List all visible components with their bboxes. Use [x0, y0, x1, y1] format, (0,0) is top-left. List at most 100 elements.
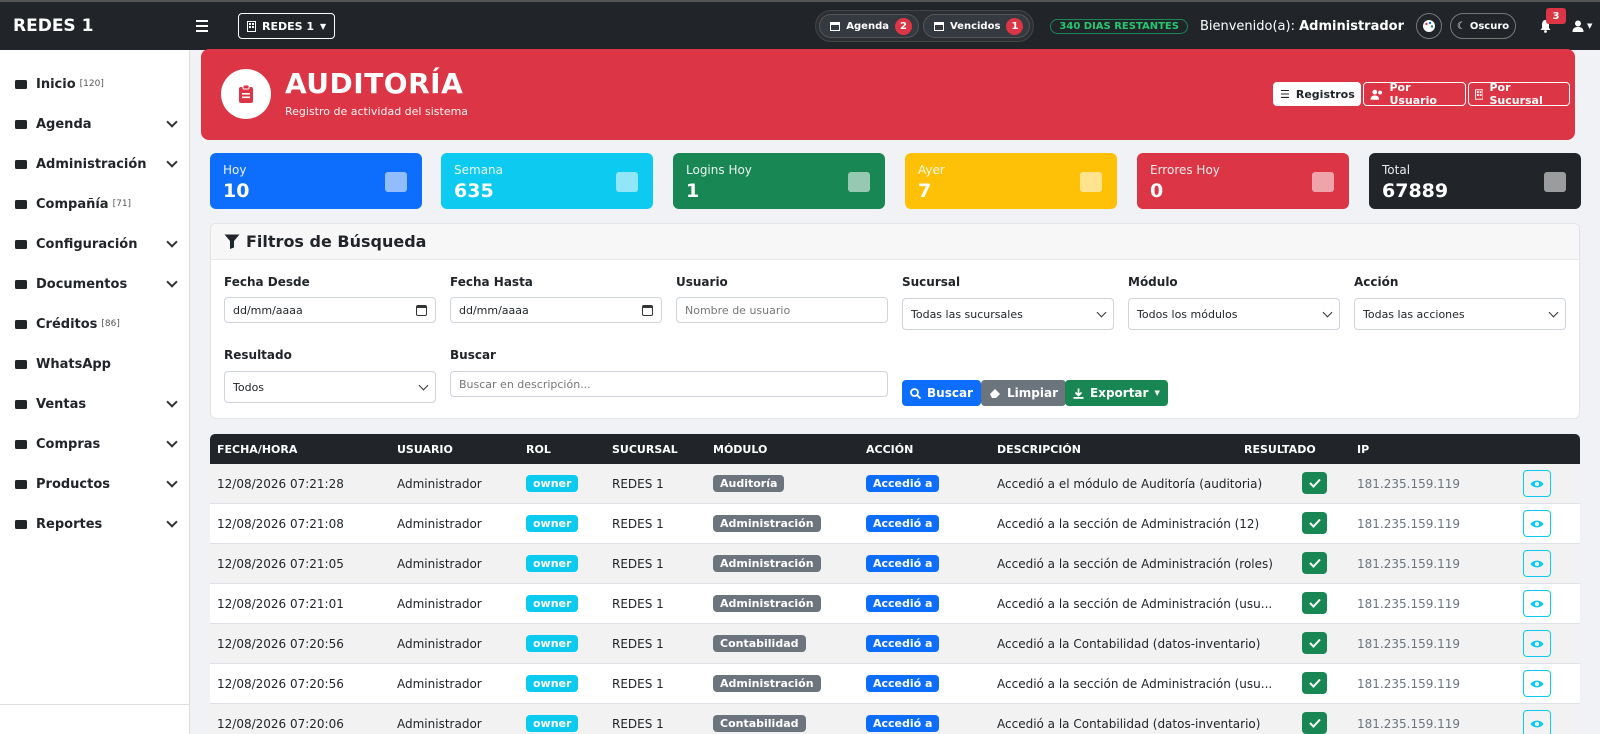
sidebar-item-12[interactable]: Reportes [12, 512, 180, 536]
table-row: 12/08/2026 07:20:56 Administrador owner RED… [210, 624, 1580, 664]
cell-descripcion: Accedió a el módulo de Auditoría (audito… [997, 477, 1263, 491]
clear-button-label: Limpiar [1007, 386, 1058, 400]
cell-ip: 181.235.159.119 [1357, 517, 1461, 531]
sidebar-item-label: Compras [36, 436, 101, 452]
view-details-eye-icon[interactable] [1523, 550, 1551, 577]
stat-card: Hoy 10 [210, 153, 422, 209]
calendar-icon[interactable] [642, 304, 653, 316]
palette-button[interactable] [1416, 13, 1442, 39]
theme-label: Oscuro [1469, 20, 1510, 32]
sidebar-item-10[interactable]: Compras [12, 432, 180, 456]
brand-logo[interactable]: REDES 1 [0, 16, 190, 36]
boxes-icon [12, 477, 30, 491]
stat-card: Ayer 7 [905, 153, 1117, 209]
stat-label: Ayer [918, 163, 945, 177]
cell-descripcion: Accedió a la sección de Administración (… [997, 557, 1273, 571]
sidebar-item-7[interactable]: Créditos [86] [12, 312, 180, 336]
export-button[interactable]: Exportar ▼ [1065, 380, 1168, 406]
chevron-down-icon[interactable] [166, 116, 178, 128]
audit-table: FECHA/HORA USUARIO ROL SUCURSAL MÓDULO ACCIÓN… [210, 434, 1580, 734]
sucursal-select[interactable]: Todas las sucursales [902, 298, 1114, 330]
list-icon: ☰ [1280, 87, 1290, 101]
resultado-value: Todos [233, 380, 265, 394]
fecha-desde-input[interactable]: dd/mm/aaaa [224, 297, 436, 323]
cell-fecha: 12/08/2026 07:21:28 [217, 477, 344, 491]
top-navbar: REDES 1 REDES 1 ▼ Agenda 2 Vencidos 1 34… [0, 0, 1600, 50]
sidebar-item-6[interactable]: Documentos [12, 272, 180, 296]
tab-por-usuario-button[interactable]: Por Usuario [1363, 81, 1466, 107]
cell-sucursal: REDES 1 [612, 637, 664, 651]
view-details-eye-icon[interactable] [1523, 670, 1551, 697]
export-button-label: Exportar [1090, 386, 1149, 400]
database-icon [1541, 167, 1569, 195]
sidebar-item-1[interactable]: Inicio [120] [12, 72, 180, 96]
page-subtitle: Registro de actividad del sistema [285, 105, 469, 118]
cell-usuario: Administrador [397, 557, 482, 571]
calendar-week-icon [613, 167, 641, 195]
building-icon [12, 197, 30, 211]
sidebar-item-2[interactable]: Agenda [12, 112, 180, 136]
view-details-eye-icon[interactable] [1523, 710, 1551, 734]
agenda-pill[interactable]: Agenda 2 [819, 14, 919, 38]
branch-selector[interactable]: REDES 1 ▼ [238, 13, 336, 39]
chevron-down-icon[interactable] [166, 396, 178, 408]
theme-toggle-button[interactable]: ☾ Oscuro [1450, 13, 1516, 39]
clear-button[interactable]: Limpiar [981, 380, 1066, 406]
table-row: 12/08/2026 07:21:05 Administrador owner RED… [210, 544, 1580, 584]
sucursal-value: Todas las sucursales [911, 307, 1023, 321]
chevron-down-icon[interactable] [166, 476, 178, 488]
view-details-eye-icon[interactable] [1523, 470, 1551, 497]
fecha-hasta-input[interactable]: dd/mm/aaaa [450, 297, 662, 323]
stat-card: Logins Hoy 1 [673, 153, 885, 209]
accion-select[interactable]: Todas las acciones [1354, 298, 1566, 330]
chevron-down-icon[interactable] [166, 156, 178, 168]
tab-por-sucursal-button[interactable]: Por Sucursal [1468, 81, 1570, 107]
module-badge: Contabilidad [713, 715, 806, 732]
column-header: FECHA/HORA [217, 443, 298, 456]
chevron-down-icon[interactable] [166, 516, 178, 528]
sidebar-item-9[interactable]: Ventas [12, 392, 180, 416]
modulo-select[interactable]: Todos los módulos [1128, 298, 1340, 330]
fecha-desde-value: dd/mm/aaaa [233, 303, 303, 317]
cell-descripcion: Accedió a la sección de Administración (… [997, 677, 1273, 691]
usuario-input[interactable]: Nombre de usuario [676, 297, 888, 323]
view-details-eye-icon[interactable] [1523, 630, 1551, 657]
cell-fecha: 12/08/2026 07:20:56 [217, 677, 344, 691]
sidebar-item-8[interactable]: WhatsApp [12, 352, 180, 376]
calendar-icon[interactable] [416, 304, 427, 316]
sidebar-item-11[interactable]: Productos [12, 472, 180, 496]
sidebar-item-label: Productos [36, 476, 111, 492]
column-header: SUCURSAL [612, 443, 678, 456]
check-icon [1302, 472, 1327, 494]
vencidos-pill[interactable]: Vencidos 1 [922, 14, 1031, 38]
chevron-down-icon[interactable] [166, 436, 178, 448]
column-header: ROL [526, 443, 551, 456]
fecha-hasta-label: Fecha Hasta [450, 275, 533, 289]
check-icon [1302, 592, 1327, 614]
buscar-input[interactable]: Buscar en descripción... [450, 371, 888, 397]
sidebar-item-4[interactable]: Compañía [71] [12, 192, 180, 216]
sidebar-item-3[interactable]: Administración [12, 152, 180, 176]
accion-label: Acción [1354, 275, 1399, 289]
calendar-x-icon [933, 22, 944, 31]
search-button[interactable]: Buscar [902, 380, 981, 406]
resultado-select[interactable]: Todos [224, 371, 436, 403]
stat-label: Hoy [223, 163, 247, 177]
chevron-down-icon[interactable] [166, 236, 178, 248]
user-menu-button[interactable]: ▼ [1572, 20, 1600, 32]
cash-register-icon [12, 397, 30, 411]
download-icon [1073, 388, 1084, 399]
sidebar-item-5[interactable]: Configuración [12, 232, 180, 256]
role-badge: owner [526, 675, 579, 692]
view-details-eye-icon[interactable] [1523, 590, 1551, 617]
action-badge: Accedió a [866, 715, 940, 732]
menu-toggle-icon[interactable] [196, 20, 208, 32]
cell-usuario: Administrador [397, 597, 482, 611]
cell-ip: 181.235.159.119 [1357, 477, 1461, 491]
notifications-button[interactable]: 3 [1530, 8, 1566, 41]
tab-registros-button[interactable]: ☰ Registros [1273, 82, 1361, 106]
view-details-eye-icon[interactable] [1523, 510, 1551, 537]
chevron-down-icon[interactable] [166, 276, 178, 288]
calendar-icon [382, 167, 410, 195]
chevron-down-icon [1548, 307, 1559, 317]
